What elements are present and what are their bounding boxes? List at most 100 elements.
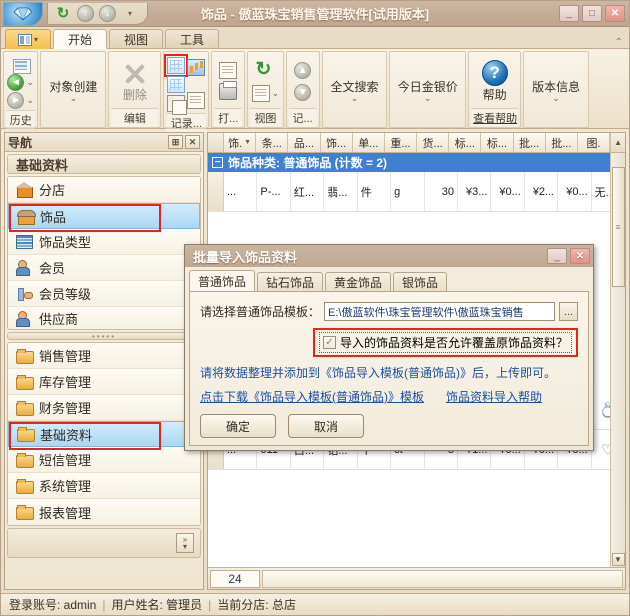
app-menu-button[interactable]: ▾ [5,29,51,49]
column-header-barcode[interactable]: 条... [256,133,288,152]
refresh-icon[interactable]: ↻ [54,4,72,22]
qat-more-icon[interactable]: ▾ [121,4,139,22]
version-info-button[interactable]: 版本信息 ⌄ [526,76,586,104]
sidebar-item-label: 饰品类型 [39,232,91,251]
gold-price-button[interactable]: 今日金银价 ⌄ [392,76,464,104]
column-header-batch2[interactable]: 批... [546,133,578,152]
sidebar-item-branch[interactable]: 分店 [8,177,200,203]
column-header-category[interactable]: 饰. ▼ [224,133,256,152]
sidebar-item-sales[interactable]: 销售管理 [8,343,200,369]
close-button[interactable]: ✕ [605,5,625,22]
column-header-product[interactable]: 品... [288,133,320,152]
grid-scroll-up-button[interactable]: ▲ [610,133,625,152]
column-header-price1[interactable]: 标... [449,133,481,152]
print-preview-icon[interactable] [219,62,237,79]
import-grid-icon[interactable] [167,57,185,74]
overwrite-checkbox-group[interactable]: ✓ 导入的饰品资料是否允许覆盖原饰品资料？ [319,332,572,353]
refresh-icon[interactable]: ↻ [255,61,275,81]
version-info-chevron-icon[interactable]: ⌄ [552,95,560,102]
scrollbar-thumb[interactable]: ≡ [612,167,625,287]
diamond-icon [14,7,32,21]
column-header-image[interactable]: 图. [578,133,610,152]
down-arrow-icon[interactable]: ▼ [294,84,311,101]
dialog-tab-normal[interactable]: 普通饰品 [189,270,255,291]
dialog-minimize-button[interactable]: _ [547,248,567,264]
sidebar-item-jewelry[interactable]: 饰品 [8,203,200,229]
layout-icon[interactable] [252,85,270,102]
home-icon[interactable] [11,55,31,73]
object-create-button[interactable]: 对象创建 ⌄ [43,76,103,104]
app-logo-icon[interactable] [3,2,43,26]
column-header-price2[interactable]: 标... [481,133,513,152]
dialog-close-button[interactable]: ✕ [570,248,590,264]
object-create-chevron-icon[interactable]: ⌄ [70,95,78,102]
sidebar-item-basic-data[interactable]: 基础资料 [8,421,200,447]
sidebar-item-sms[interactable]: 短信管理 [8,447,200,473]
fulltext-search-chevron-icon[interactable]: ⌄ [351,95,359,102]
nav-expand-icon[interactable]: » ▾ [176,533,194,553]
ribbon-collapse-icon[interactable]: ⌃ [615,37,623,48]
pin-icon[interactable]: ⊞ [168,135,183,149]
column-header-unit[interactable]: 单... [353,133,385,152]
grid-icon[interactable] [167,76,185,93]
tab-start[interactable]: 开始 [53,29,107,49]
dialog-links: 点击下载《饰品导入模板(普通饰品)》模板 饰品资料导入帮助 [200,388,578,405]
template-path-input[interactable]: E:\傲蓝软件\珠宝管理软件\傲蓝珠宝销售 [324,302,555,321]
close-icon[interactable]: ✕ [185,135,200,149]
scroll-down-button[interactable]: ▼ [612,553,625,566]
quick-access-toolbar: ↻ ↑ ↓ ▾ [47,3,148,25]
sidebar-item-jewelry-type[interactable]: 饰品类型 [8,229,200,255]
help-button[interactable]: ? 帮助 [472,58,518,105]
sidebar-item-finance[interactable]: 财务管理 [8,395,200,421]
table-row[interactable]: ... P-... 红... 翡... 件 g 30 ¥3... ¥0... ¥… [208,172,625,212]
ribbon-group-label-help[interactable]: 查看帮助 [471,108,518,127]
view-chevron-icon[interactable]: ⌄ [272,90,280,97]
download-template-link[interactable]: 点击下载《饰品导入模板(普通饰品)》模板 [200,388,424,405]
ok-button[interactable]: 确定 [200,414,276,438]
fulltext-search-button[interactable]: 全文搜索 ⌄ [325,76,385,104]
sidebar-item-member-level[interactable]: 会员等级 [8,281,200,307]
gold-price-label: 今日金银价 [398,78,458,95]
tab-tools[interactable]: 工具 [165,29,219,49]
tab-view[interactable]: 视图 [109,29,163,49]
record-detail-icon[interactable] [187,92,205,109]
navigation-scroll-area: 基础资料 分店 饰品 饰品类型 [5,152,203,589]
nav-splitter[interactable]: ••••• [7,332,201,340]
cell-price1: ¥3... [458,172,491,211]
forward-arrow-icon[interactable]: ► [7,92,24,109]
minimize-button[interactable]: _ [559,5,579,22]
grid-group-row[interactable]: − 饰品种类: 普通饰品 (计数 = 2) [208,153,625,172]
column-header-jewelry[interactable]: 饰... [321,133,353,152]
back-arrow-icon[interactable]: ↑ [77,5,94,22]
sidebar-item-supplier[interactable]: 供应商 [8,307,200,329]
dialog-tab-silver[interactable]: 银饰品 [393,272,447,291]
sidebar-item-inventory[interactable]: 库存管理 [8,369,200,395]
browse-button[interactable]: ... [559,302,578,321]
printer-icon[interactable] [219,83,237,100]
record-count-box[interactable]: 24 [210,570,260,588]
maximize-button[interactable]: □ [582,5,602,22]
status-username: 用户姓名: 管理员 [111,596,202,613]
dialog-tab-gold[interactable]: 黄金饰品 [325,272,391,291]
forward-arrow-icon[interactable]: ↓ [99,5,116,22]
forward-chevron-icon[interactable]: ⌄ [26,97,34,104]
sidebar-item-member[interactable]: 会员 [8,255,200,281]
cancel-button[interactable]: 取消 [288,414,364,438]
up-arrow-icon[interactable]: ▲ [294,62,311,79]
import-help-link[interactable]: 饰品资料导入帮助 [446,388,542,405]
copy-icon[interactable] [167,95,185,112]
overwrite-checkbox[interactable]: ✓ [323,336,336,349]
column-header-goods[interactable]: 货... [417,133,449,152]
column-header-batch1[interactable]: 批... [514,133,546,152]
dialog-tab-diamond[interactable]: 钻石饰品 [257,272,323,291]
back-chevron-icon[interactable]: ⌄ [26,79,34,86]
back-arrow-icon[interactable]: ◄ [7,74,24,91]
delete-button[interactable]: 删除 [112,58,158,105]
group-collapse-icon[interactable]: − [212,157,223,168]
export-chart-icon[interactable] [187,59,205,76]
sidebar-item-report[interactable]: 报表管理 [8,499,200,525]
grid-vertical-scrollbar[interactable]: ≡ ▼ [610,153,625,567]
gold-price-chevron-icon[interactable]: ⌄ [424,95,432,102]
sidebar-item-system[interactable]: 系统管理 [8,473,200,499]
column-header-weight[interactable]: 重... [385,133,417,152]
